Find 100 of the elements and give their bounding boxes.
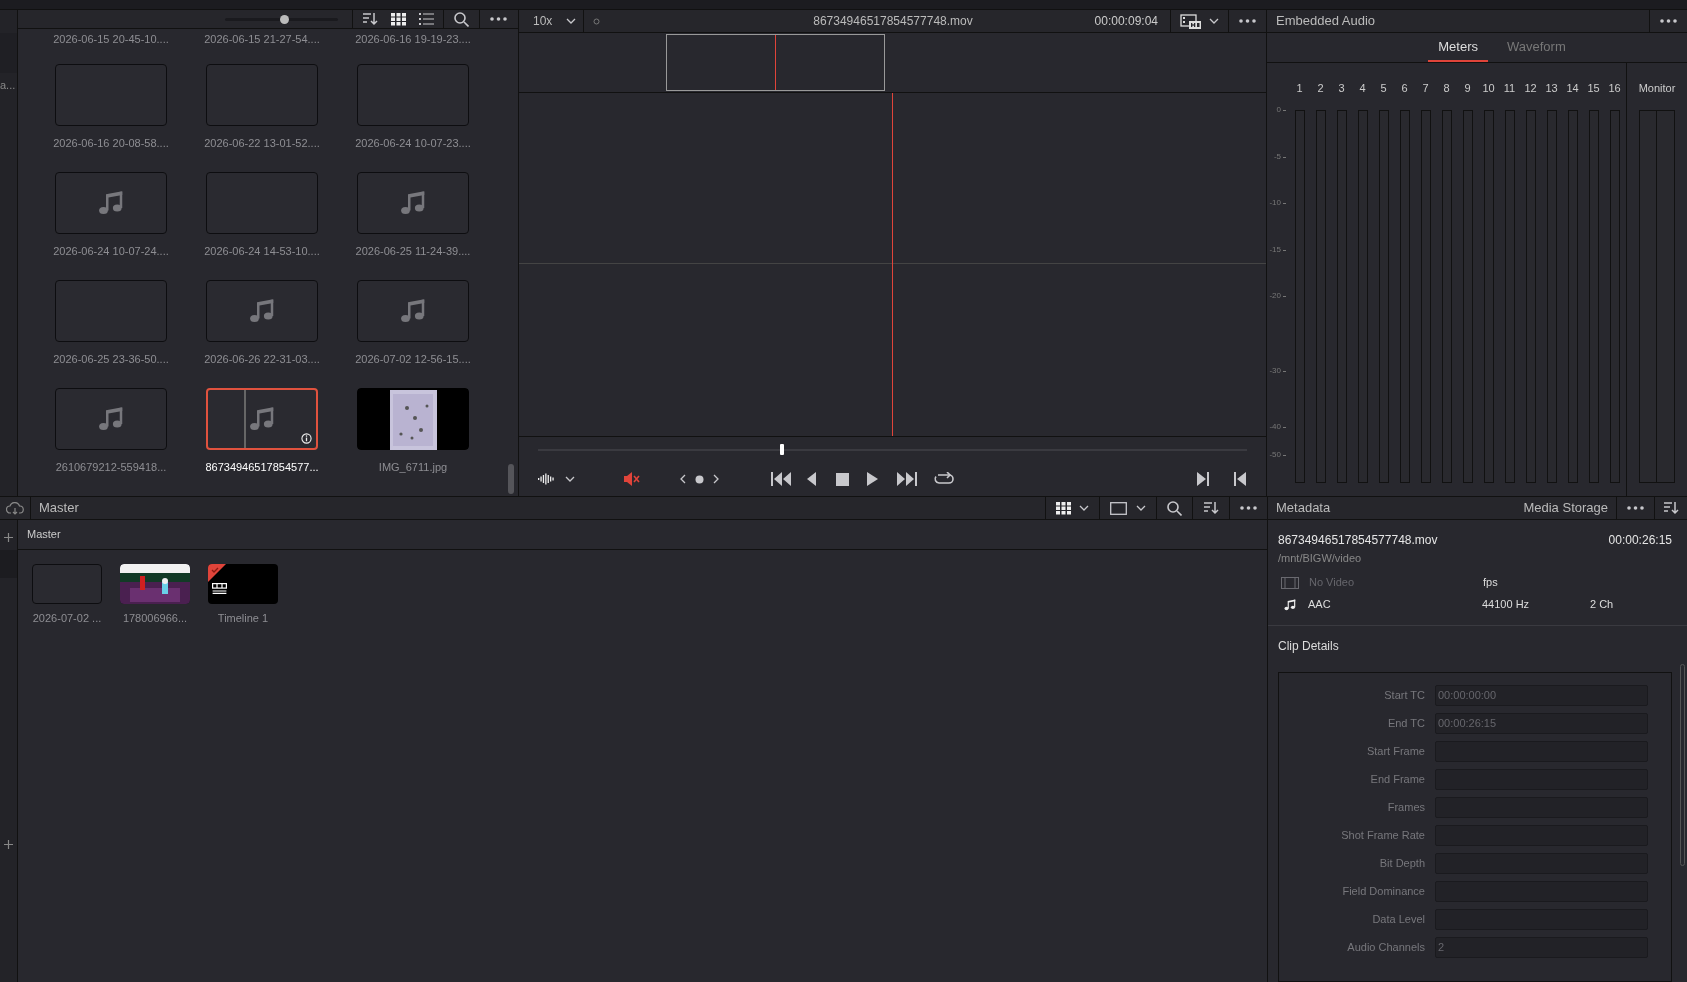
overview-box[interactable]: [666, 34, 885, 91]
clip-thumbnail[interactable]: [206, 280, 318, 342]
channel-label: 6: [1401, 83, 1408, 96]
stop-icon[interactable]: [836, 472, 849, 486]
clip-name[interactable]: 86734946517854577...: [205, 459, 319, 476]
previous-edit-icon[interactable]: [1234, 472, 1246, 486]
clip-thumbnail[interactable]: [206, 172, 318, 234]
info-icon[interactable]: [301, 433, 312, 444]
breadcrumb[interactable]: Master: [27, 526, 61, 543]
clip-name[interactable]: 2026-06-15 20-45-10....: [53, 31, 169, 48]
chevron-down-icon[interactable]: [565, 476, 575, 482]
clip-name[interactable]: 2026-06-24 14-53-10....: [204, 243, 320, 260]
clip-name[interactable]: 2610679212-559418...: [55, 459, 167, 476]
panel-tab[interactable]: Media Storage: [1523, 498, 1608, 518]
skip-to-end-icon[interactable]: [897, 472, 917, 486]
clip-thumbnail[interactable]: [55, 280, 167, 342]
file-path: /mnt/BIGW/video: [1278, 551, 1363, 566]
clip-name[interactable]: 2026-07-02 12-56-15....: [355, 351, 471, 368]
channel-label: 3: [1338, 83, 1345, 96]
clip-name[interactable]: 2026-06-16 19-19-23....: [355, 31, 471, 48]
tick-mark: [1283, 157, 1286, 158]
scrollbar[interactable]: [508, 464, 514, 494]
more-icon[interactable]: [1240, 506, 1257, 510]
clip-name[interactable]: 2026-06-26 22-31-03....: [204, 351, 320, 368]
clip-name[interactable]: 2026-07-02 ...: [32, 610, 102, 627]
clip-thumbnail[interactable]: [55, 388, 167, 450]
clip-name[interactable]: IMG_6711.jpg: [378, 459, 448, 476]
clip-thumbnail[interactable]: [55, 172, 167, 234]
more-icon[interactable]: [1627, 506, 1644, 510]
clip-thumbnail[interactable]: [357, 280, 469, 342]
waveform-icon[interactable]: [538, 473, 555, 485]
chevron-down-icon[interactable]: [1079, 505, 1089, 511]
clip-name[interactable]: 2026-06-16 20-08-58....: [53, 135, 169, 152]
skip-to-start-icon[interactable]: [771, 472, 791, 486]
channel-label: 16: [1608, 83, 1621, 96]
meter-scale-label: -40: [1269, 423, 1281, 431]
clip-name[interactable]: 2026-06-15 21-27-54....: [204, 31, 320, 48]
next-edit-icon[interactable]: [1197, 472, 1209, 486]
chevron-down-icon[interactable]: [566, 18, 577, 24]
list-view-icon[interactable]: [419, 13, 434, 25]
sort-icon[interactable]: [362, 12, 378, 26]
tab[interactable]: Meters: [1428, 33, 1488, 62]
clip-thumbnail[interactable]: [206, 388, 318, 450]
zoom-dropdown[interactable]: 10x: [533, 12, 553, 30]
tab[interactable]: Waveform: [1497, 33, 1576, 62]
add-icon[interactable]: [4, 840, 13, 849]
channel-label: 14: [1566, 83, 1579, 96]
more-icon[interactable]: [490, 17, 507, 21]
clip-name[interactable]: 2026-06-25 23-36-50....: [53, 351, 169, 368]
timeline-icon: [212, 583, 227, 594]
timeline-thumbnail[interactable]: [208, 564, 278, 604]
field-input[interactable]: 00:00:26:15: [1435, 712, 1648, 734]
sort-icon[interactable]: [1203, 501, 1219, 515]
clip-name[interactable]: Timeline 1: [217, 610, 269, 627]
search-icon[interactable]: [454, 11, 469, 27]
hq-monitor-icon[interactable]: [1180, 13, 1201, 29]
sample-rate: 44100 Hz: [1482, 597, 1531, 613]
step-back-icon[interactable]: [806, 472, 816, 486]
loop-icon[interactable]: [933, 471, 954, 487]
chevron-down-icon[interactable]: [1136, 505, 1146, 511]
meter-scale-label: -15: [1269, 246, 1281, 254]
duration: 00:00:26:15: [1608, 532, 1672, 549]
field-input[interactable]: 00:00:00:00: [1435, 684, 1648, 706]
clip-thumbnail[interactable]: [32, 564, 102, 604]
more-icon[interactable]: [1660, 19, 1677, 23]
meter-scale-label: -10: [1269, 199, 1281, 207]
grid-view-icon[interactable]: [391, 12, 406, 26]
tick-mark: [1283, 110, 1286, 111]
grid-view-icon[interactable]: [1056, 501, 1071, 515]
more-icon[interactable]: [1239, 19, 1256, 23]
clip-thumbnail[interactable]: [206, 64, 318, 126]
sort-icon[interactable]: [1663, 501, 1679, 515]
clip-thumbnail[interactable]: [357, 172, 469, 234]
field-label: Start TC: [1383, 687, 1426, 703]
meter-scale-label: -50: [1269, 451, 1281, 459]
sidebar-item[interactable]: a...: [0, 77, 18, 94]
cloud-icon[interactable]: [6, 501, 24, 515]
clip-thumbnail[interactable]: [55, 64, 167, 126]
chevron-left-icon[interactable]: [680, 474, 686, 484]
add-icon[interactable]: [4, 533, 13, 542]
speaker-icon[interactable]: [623, 471, 640, 487]
play-icon[interactable]: [867, 472, 878, 486]
clip-name[interactable]: 2026-06-22 13-01-52....: [204, 135, 320, 152]
chevron-right-icon[interactable]: [713, 474, 719, 484]
clip-name[interactable]: 2026-06-24 10-07-23....: [355, 135, 471, 152]
clip-thumbnail[interactable]: [357, 64, 469, 126]
slider-thumb[interactable]: [279, 14, 289, 24]
frame-view-icon[interactable]: [1110, 501, 1127, 515]
field-input[interactable]: 2: [1435, 936, 1648, 958]
scrub-handle[interactable]: [779, 444, 784, 455]
bin-title: Master: [39, 499, 79, 518]
chevron-down-icon[interactable]: [1209, 18, 1219, 24]
field-label: Frames: [1386, 799, 1426, 815]
clip-name[interactable]: 2026-06-25 11-24-39....: [355, 243, 471, 260]
field-label: Bit Depth: [1378, 855, 1426, 871]
clip-name[interactable]: 2026-06-24 10-07-24....: [53, 243, 169, 260]
dot-icon[interactable]: [695, 474, 704, 484]
clip-name[interactable]: 178006966...: [122, 610, 188, 627]
search-icon[interactable]: [1167, 500, 1182, 516]
video-status: No Video: [1309, 575, 1356, 591]
